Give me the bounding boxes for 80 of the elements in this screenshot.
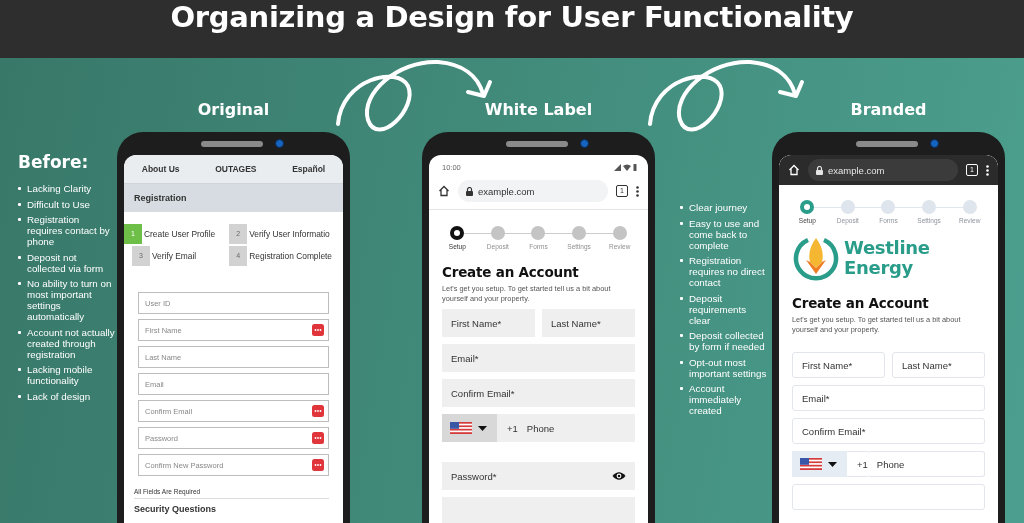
lock-icon — [816, 165, 823, 175]
bullet-icon — [18, 187, 21, 190]
bullet-icon — [680, 259, 683, 262]
list-text: Opt-out most important settings — [689, 356, 768, 379]
bullet-icon — [18, 218, 21, 221]
speaker-icon — [506, 140, 568, 147]
bullet-icon — [680, 221, 683, 225]
logo-text: Westline Energy — [844, 238, 931, 278]
section-bar: Registration — [124, 184, 343, 212]
list-text: Deposit requirements clear — [689, 292, 748, 326]
speaker-icon — [201, 140, 263, 147]
camera-icon — [275, 139, 284, 148]
list-text: Difficult to Use — [27, 198, 90, 210]
list-text: Lacking Clarity — [27, 183, 92, 194]
list-text: Clear journey — [689, 202, 748, 213]
step-label: Verify User Informatio — [249, 229, 330, 239]
flag-icon — [450, 422, 472, 434]
bullet-icon — [18, 368, 21, 371]
battery-icon — [633, 163, 637, 171]
phone-label: Original — [196, 100, 271, 121]
nav-link[interactable]: About Us — [141, 164, 180, 174]
form-heading: Create an Account — [792, 295, 930, 311]
input-field[interactable]: Confirm Email* — [442, 379, 635, 407]
country-select[interactable] — [442, 414, 497, 442]
flag-icon — [800, 458, 822, 470]
menu-icon — [986, 164, 989, 176]
bullet-icon — [18, 394, 21, 398]
step-label: Registration Complete — [249, 251, 333, 261]
menu-icon — [636, 185, 639, 197]
input-field[interactable]: Last Name* — [542, 309, 635, 337]
list-text: Registration requires no direct contact — [689, 255, 766, 288]
list-text: Deposit not collected via form — [27, 251, 105, 274]
password-field[interactable]: Password* — [442, 462, 635, 490]
caret-icon — [478, 425, 487, 431]
page-title: Organizing a Design for User Functionality — [169, 0, 855, 36]
list-text: Account not actually created through registration — [27, 326, 115, 360]
bullet-icon — [680, 334, 683, 337]
bullet-icon — [680, 296, 683, 300]
input-field[interactable]: Email* — [442, 344, 635, 372]
list-text: No ability to turn on most important settings automatically — [27, 278, 113, 322]
list-text: Lack of design — [27, 390, 91, 402]
speaker-icon — [856, 140, 918, 147]
bullet-icon — [18, 202, 21, 206]
signal-icon — [614, 163, 621, 171]
nav-link[interactable]: OUTAGES — [215, 164, 257, 174]
camera-icon — [580, 139, 589, 148]
notes-heading: Before: — [18, 152, 90, 172]
list-text: Account immediately created — [689, 383, 743, 416]
form-heading: Create an Account — [442, 264, 580, 280]
lock-icon — [466, 186, 473, 196]
bullet-icon — [680, 360, 683, 364]
eye-icon — [612, 471, 626, 481]
home-icon — [788, 164, 800, 176]
camera-icon — [930, 139, 939, 148]
caret-icon — [828, 461, 837, 467]
home-icon — [438, 185, 450, 197]
step-label: Create User Profile — [144, 229, 216, 239]
country-select[interactable] — [792, 451, 847, 477]
nav-link[interactable]: Español — [292, 164, 326, 174]
bullet-icon — [18, 255, 21, 259]
list-text: Deposit collected by form if needed — [689, 330, 766, 352]
list-text: Easy to use and come back to complete — [689, 217, 761, 251]
bullet-icon — [680, 387, 683, 390]
dial-code: +1 — [847, 451, 868, 477]
phone-label: Branded — [849, 100, 928, 121]
address-bar[interactable]: example.com — [808, 159, 958, 181]
bullet-icon — [18, 330, 21, 334]
step-label: Verify Email — [152, 251, 197, 261]
phone-field[interactable]: Phone — [517, 414, 635, 442]
input-field[interactable]: First Name* — [442, 309, 535, 337]
list-text: Registration requires contact by phone — [27, 214, 111, 247]
phone-label: White Label — [483, 100, 594, 121]
phone-field[interactable]: Phone — [867, 451, 985, 477]
section-heading: Security Questions — [134, 504, 218, 514]
dial-code: +1 — [497, 414, 518, 442]
bullet-icon — [680, 206, 683, 209]
wifi-icon — [623, 163, 631, 171]
list-text: Lacking mobile functionality — [27, 364, 94, 386]
bullet-icon — [18, 282, 21, 285]
address-bar[interactable]: example.com — [458, 180, 608, 202]
